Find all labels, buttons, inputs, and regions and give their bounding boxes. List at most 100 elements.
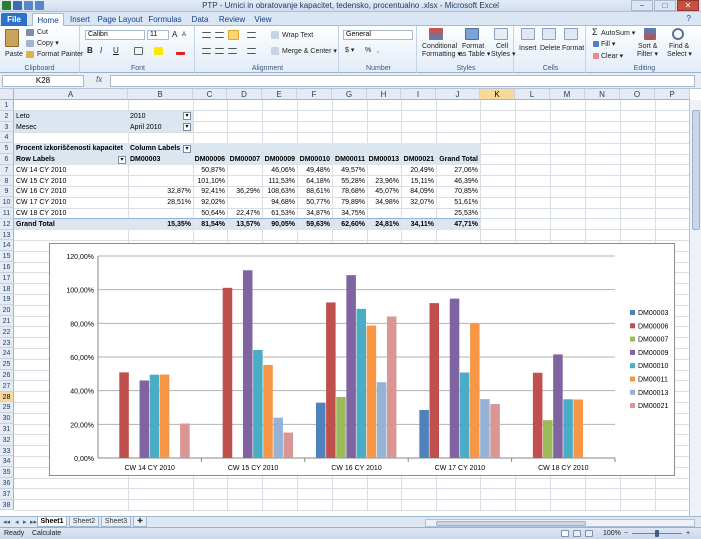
- pivot-value-cell[interactable]: 101,10%: [193, 176, 227, 187]
- pivot-header-cell[interactable]: DM00021: [401, 154, 436, 165]
- row-header-19[interactable]: 19: [0, 294, 14, 306]
- row-header-17[interactable]: 17: [0, 272, 14, 284]
- pivot-value-cell[interactable]: [128, 165, 193, 176]
- font-color-icon[interactable]: [176, 47, 185, 55]
- pivot-grand-total-label[interactable]: Grand Total: [14, 219, 128, 230]
- prev-sheet-icon[interactable]: ◂: [15, 518, 19, 526]
- last-sheet-icon[interactable]: ▸▸: [30, 518, 37, 526]
- delete-cells-button[interactable]: Delete: [540, 44, 560, 53]
- row-header-7[interactable]: 7: [0, 164, 14, 176]
- pivot-grand-total-cell[interactable]: 34,11%: [401, 219, 436, 230]
- close-button[interactable]: ✕: [677, 0, 699, 11]
- column-labels-dropdown-icon[interactable]: ▾: [183, 144, 191, 153]
- row-header-4[interactable]: 4: [0, 132, 14, 144]
- column-header-f[interactable]: F: [297, 89, 332, 100]
- row-header-35[interactable]: 35: [0, 467, 14, 478]
- grow-font-button[interactable]: A: [172, 30, 177, 39]
- row-header-8[interactable]: 8: [0, 175, 14, 187]
- row-header-21[interactable]: 21: [0, 316, 14, 327]
- pivot-value-cell[interactable]: 22,47%: [227, 208, 262, 219]
- pivot-value-cell[interactable]: 78,68%: [332, 186, 367, 197]
- tab-sheet2[interactable]: Sheet2: [69, 517, 99, 527]
- pivot-header-cell[interactable]: DM00009: [262, 154, 297, 165]
- indent-icon[interactable]: [247, 48, 256, 54]
- pivot-grand-total-cell[interactable]: 59,63%: [297, 219, 332, 230]
- row-header-36[interactable]: 36: [0, 478, 14, 489]
- pivot-value-cell[interactable]: [227, 165, 262, 176]
- number-format-combo[interactable]: General: [343, 30, 413, 40]
- row-header-1[interactable]: 1: [0, 100, 14, 111]
- pivot-grand-total-cell[interactable]: 47,71%: [436, 219, 480, 230]
- pivot-grand-total-cell[interactable]: 13,57%: [227, 219, 262, 230]
- page-layout-view-icon[interactable]: [573, 530, 581, 537]
- align-bottom-icon[interactable]: [228, 30, 239, 40]
- tab-home[interactable]: Home: [32, 13, 64, 26]
- column-header-b[interactable]: B: [128, 89, 193, 100]
- pivot-value-cell[interactable]: 51,61%: [436, 197, 480, 208]
- align-right-icon[interactable]: [228, 48, 237, 54]
- pivot-value-cell[interactable]: 55,28%: [332, 176, 367, 187]
- column-header-c[interactable]: C: [193, 89, 227, 100]
- select-all-corner[interactable]: [0, 89, 14, 100]
- pivot-value-cell[interactable]: [227, 176, 262, 187]
- row-header-14[interactable]: 14: [0, 240, 14, 252]
- row-header-9[interactable]: 9: [0, 186, 14, 198]
- row-header-20[interactable]: 20: [0, 305, 14, 316]
- row-header-24[interactable]: 24: [0, 348, 14, 360]
- pivot-row-label[interactable]: CW 18 CY 2010: [14, 208, 128, 219]
- tab-formulas[interactable]: Formulas: [146, 13, 184, 26]
- row-header-11[interactable]: 11: [0, 208, 14, 219]
- pivot-column-labels[interactable]: Column Labels: [128, 143, 227, 154]
- row-header-3[interactable]: 3: [0, 121, 14, 133]
- pivot-value-cell[interactable]: 15,11%: [401, 176, 436, 187]
- pivot-header-cell[interactable]: DM00007: [227, 154, 262, 165]
- pivot-value-cell[interactable]: 20,49%: [401, 165, 436, 176]
- pivot-value-cell[interactable]: 84,09%: [401, 186, 436, 197]
- normal-view-icon[interactable]: [561, 530, 569, 537]
- pivot-value-cell[interactable]: 36,29%: [227, 186, 262, 197]
- pivot-value-cell[interactable]: 108,63%: [262, 186, 297, 197]
- column-header-e[interactable]: E: [262, 89, 297, 100]
- pivot-header-cell[interactable]: DM00003: [128, 154, 193, 165]
- row-header-37[interactable]: 37: [0, 488, 14, 500]
- zoom-slider-thumb[interactable]: [655, 530, 659, 537]
- pivot-value-cell[interactable]: 25,53%: [436, 208, 480, 219]
- tab-view[interactable]: View: [251, 13, 275, 26]
- row-header-12[interactable]: 12: [0, 218, 14, 230]
- pivot-value-cell[interactable]: 32,87%: [128, 186, 193, 197]
- clear-button[interactable]: Clear ▾: [601, 52, 623, 61]
- pivot-grand-total-cell[interactable]: 90,05%: [262, 219, 297, 230]
- tab-insert[interactable]: Insert: [66, 13, 94, 26]
- pivot-row-label[interactable]: CW 14 CY 2010: [14, 165, 128, 176]
- row-header-26[interactable]: 26: [0, 370, 14, 381]
- tab-sheet1[interactable]: Sheet1: [37, 517, 67, 527]
- name-box[interactable]: K28: [2, 75, 84, 87]
- row-header-5[interactable]: 5: [0, 143, 14, 154]
- pivot-header-cell[interactable]: DM00013: [367, 154, 401, 165]
- pivot-value-cell[interactable]: 70,85%: [436, 186, 480, 197]
- first-sheet-icon[interactable]: ◂◂: [3, 518, 10, 526]
- pivot-grand-total-cell[interactable]: 81,54%: [193, 219, 227, 230]
- pivot-value-cell[interactable]: 79,89%: [332, 197, 367, 208]
- pivot-value-cell[interactable]: 45,07%: [367, 186, 401, 197]
- maximize-button[interactable]: □: [654, 0, 676, 11]
- font-size-combo[interactable]: 11: [147, 30, 169, 40]
- horizontal-scroll-thumb[interactable]: [436, 521, 586, 526]
- row-header-30[interactable]: 30: [0, 413, 14, 424]
- row-header-18[interactable]: 18: [0, 283, 14, 295]
- align-top-icon[interactable]: [202, 32, 211, 38]
- pivot-header-cell[interactable]: DM00010: [297, 154, 332, 165]
- pivot-header-cell[interactable]: Grand Total: [436, 154, 480, 165]
- row-header-29[interactable]: 29: [0, 402, 14, 414]
- pivot-value-cell[interactable]: [401, 208, 436, 219]
- pivot-value-cell[interactable]: 34,75%: [332, 208, 367, 219]
- tab-file[interactable]: File: [1, 13, 27, 26]
- pivot-value-cell[interactable]: 92,41%: [193, 186, 227, 197]
- row-labels-dropdown-icon[interactable]: ▾: [118, 155, 126, 164]
- percent-button[interactable]: %: [365, 46, 371, 55]
- format-cells-button[interactable]: Format: [562, 44, 584, 53]
- formula-input[interactable]: [110, 75, 695, 87]
- pivot-value-cell[interactable]: 34,98%: [367, 197, 401, 208]
- italic-button[interactable]: I: [100, 46, 102, 55]
- row-header-16[interactable]: 16: [0, 262, 14, 273]
